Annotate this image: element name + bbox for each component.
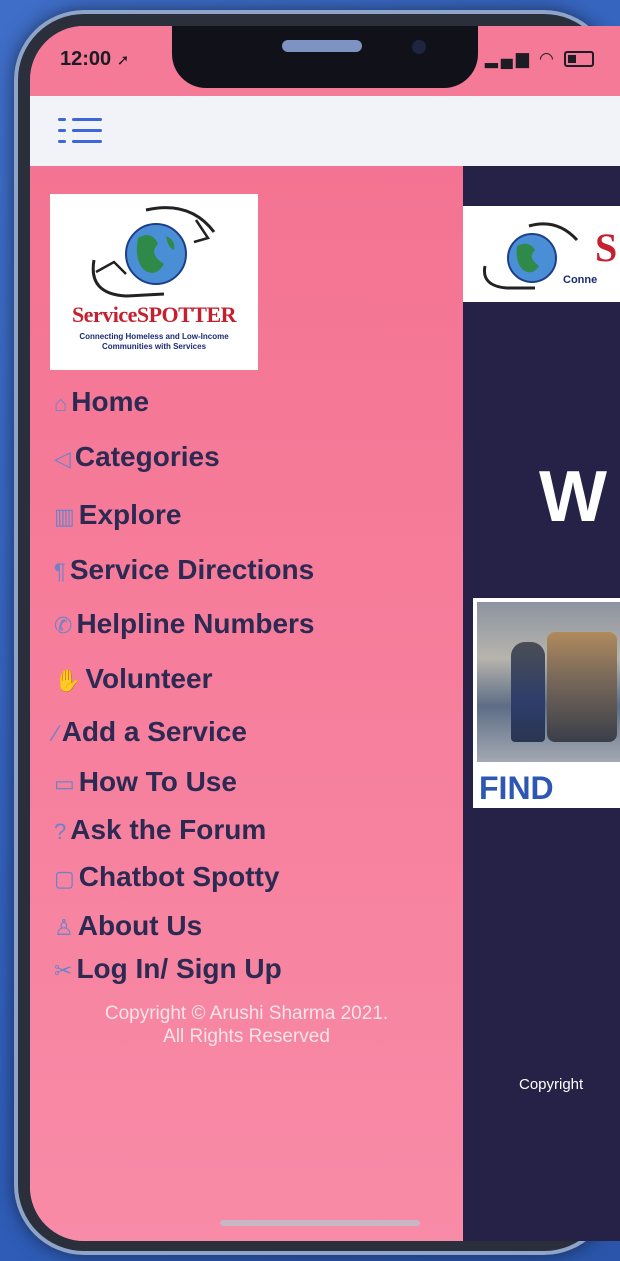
menu-item-explore[interactable]: ▥ Explore — [54, 499, 182, 531]
menu-item-label: Home — [71, 386, 150, 417]
hero-caption: FIND — [479, 770, 554, 806]
drawer-logo[interactable]: ServiceSPOTTER Connecting Homeless and L… — [50, 194, 258, 370]
user-icon: ♙ — [54, 915, 74, 940]
logo-title: ServiceSPOTTER — [71, 302, 237, 327]
menu-item-how-to-use[interactable]: ▭ How To Use — [54, 766, 237, 798]
menu-item-label: Add a Service — [61, 716, 247, 747]
content-logo: S Conne — [463, 206, 620, 302]
paper-plane-icon: ◁ — [54, 446, 71, 471]
menu-item-home[interactable]: ⌂ Home — [54, 386, 149, 418]
menu-item-chatbot-spotty[interactable]: ▢ Chatbot Spotty — [54, 861, 279, 893]
copyright-line-1: Copyright © Arushi Sharma 2021. — [104, 1003, 389, 1024]
content-logo-letter: S — [595, 225, 618, 270]
menu-item-label: Volunteer — [85, 663, 213, 694]
main-content: S Conne W FIND Copyright — [463, 166, 620, 1241]
notch — [172, 26, 478, 88]
top-nav — [30, 96, 620, 166]
menu-item-label: Service Directions — [69, 554, 315, 585]
status-bar: 12:00 ➚ ▂▄▆ ◠ — [30, 26, 620, 96]
hamburger-menu-icon[interactable] — [58, 114, 102, 148]
menu-item-about-us[interactable]: ♙ About Us — [54, 910, 202, 942]
home-indicator[interactable] — [220, 1220, 420, 1226]
photo-cart — [547, 632, 617, 742]
menu-item-label: Helpline Numbers — [76, 608, 315, 639]
pencil-icon: ⁄ — [54, 721, 58, 746]
menu-item-log-in-sign-up[interactable]: ✂ Log In/ Sign Up — [54, 953, 282, 985]
content-logo-subtitle: Conne — [563, 274, 598, 286]
globe-hands-icon — [91, 206, 216, 298]
pin-icon: ¶ — [54, 559, 66, 584]
hero-photo — [477, 602, 620, 762]
phone-icon: ✆ — [54, 613, 73, 638]
status-time: 12:00 ➚ — [60, 48, 129, 71]
side-drawer: ServiceSPOTTER Connecting Homeless and L… — [30, 166, 463, 1241]
signal-bars-icon: ▂▄▆ — [484, 49, 532, 68]
menu-item-categories[interactable]: ◁ Categories — [54, 441, 220, 473]
hero-heading: W — [539, 457, 607, 537]
location-arrow-icon: ➚ — [116, 52, 130, 69]
question-icon: ? — [54, 819, 67, 844]
copyright-line-2: All Rights Reserved — [163, 1026, 330, 1047]
app-screen: 12:00 ➚ ▂▄▆ ◠ S Conne W FIND Copyright S… — [30, 26, 620, 1241]
hero-image[interactable]: FIND — [473, 598, 620, 808]
menu-item-label: How To Use — [78, 766, 237, 797]
status-icons: ▂▄▆ ◠ — [485, 48, 594, 69]
menu-item-ask-the-forum[interactable]: ? Ask the Forum — [54, 814, 266, 846]
tools-icon: ✂ — [54, 958, 73, 983]
chat-bubbles-icon: ▢ — [54, 866, 75, 891]
menu-item-label: Ask the Forum — [70, 814, 267, 845]
photo-person — [511, 642, 545, 742]
menu-item-service-directions[interactable]: ¶ Service Directions — [54, 554, 314, 586]
battery-icon — [564, 51, 594, 68]
menu-item-helpline-numbers[interactable]: ✆ Helpline Numbers — [54, 608, 315, 640]
hand-icon: ✋ — [54, 668, 82, 693]
menu-item-label: Chatbot Spotty — [78, 861, 280, 892]
menu-item-label: Log In/ Sign Up — [76, 953, 282, 984]
menu-item-label: Categories — [74, 441, 220, 472]
map-icon: ▥ — [54, 504, 75, 529]
wifi-icon: ◠ — [539, 49, 556, 68]
clock-time: 12:00 — [60, 48, 112, 70]
menu-item-label: Explore — [78, 499, 182, 530]
menu-item-add-a-service[interactable]: ⁄ Add a Service — [54, 716, 247, 748]
drawer-copyright: Copyright © Arushi Sharma 2021. All Righ… — [30, 1002, 463, 1048]
logo-tagline: Connecting Homeless and Low-Income Commu… — [79, 332, 229, 351]
content-copyright: Copyright — [519, 1076, 584, 1093]
camera — [412, 40, 426, 54]
menu-item-volunteer[interactable]: ✋ Volunteer — [54, 663, 212, 695]
speaker — [282, 40, 362, 52]
keyboard-icon: ▭ — [54, 771, 75, 796]
menu-item-label: About Us — [77, 910, 203, 941]
house-icon: ⌂ — [54, 391, 68, 416]
